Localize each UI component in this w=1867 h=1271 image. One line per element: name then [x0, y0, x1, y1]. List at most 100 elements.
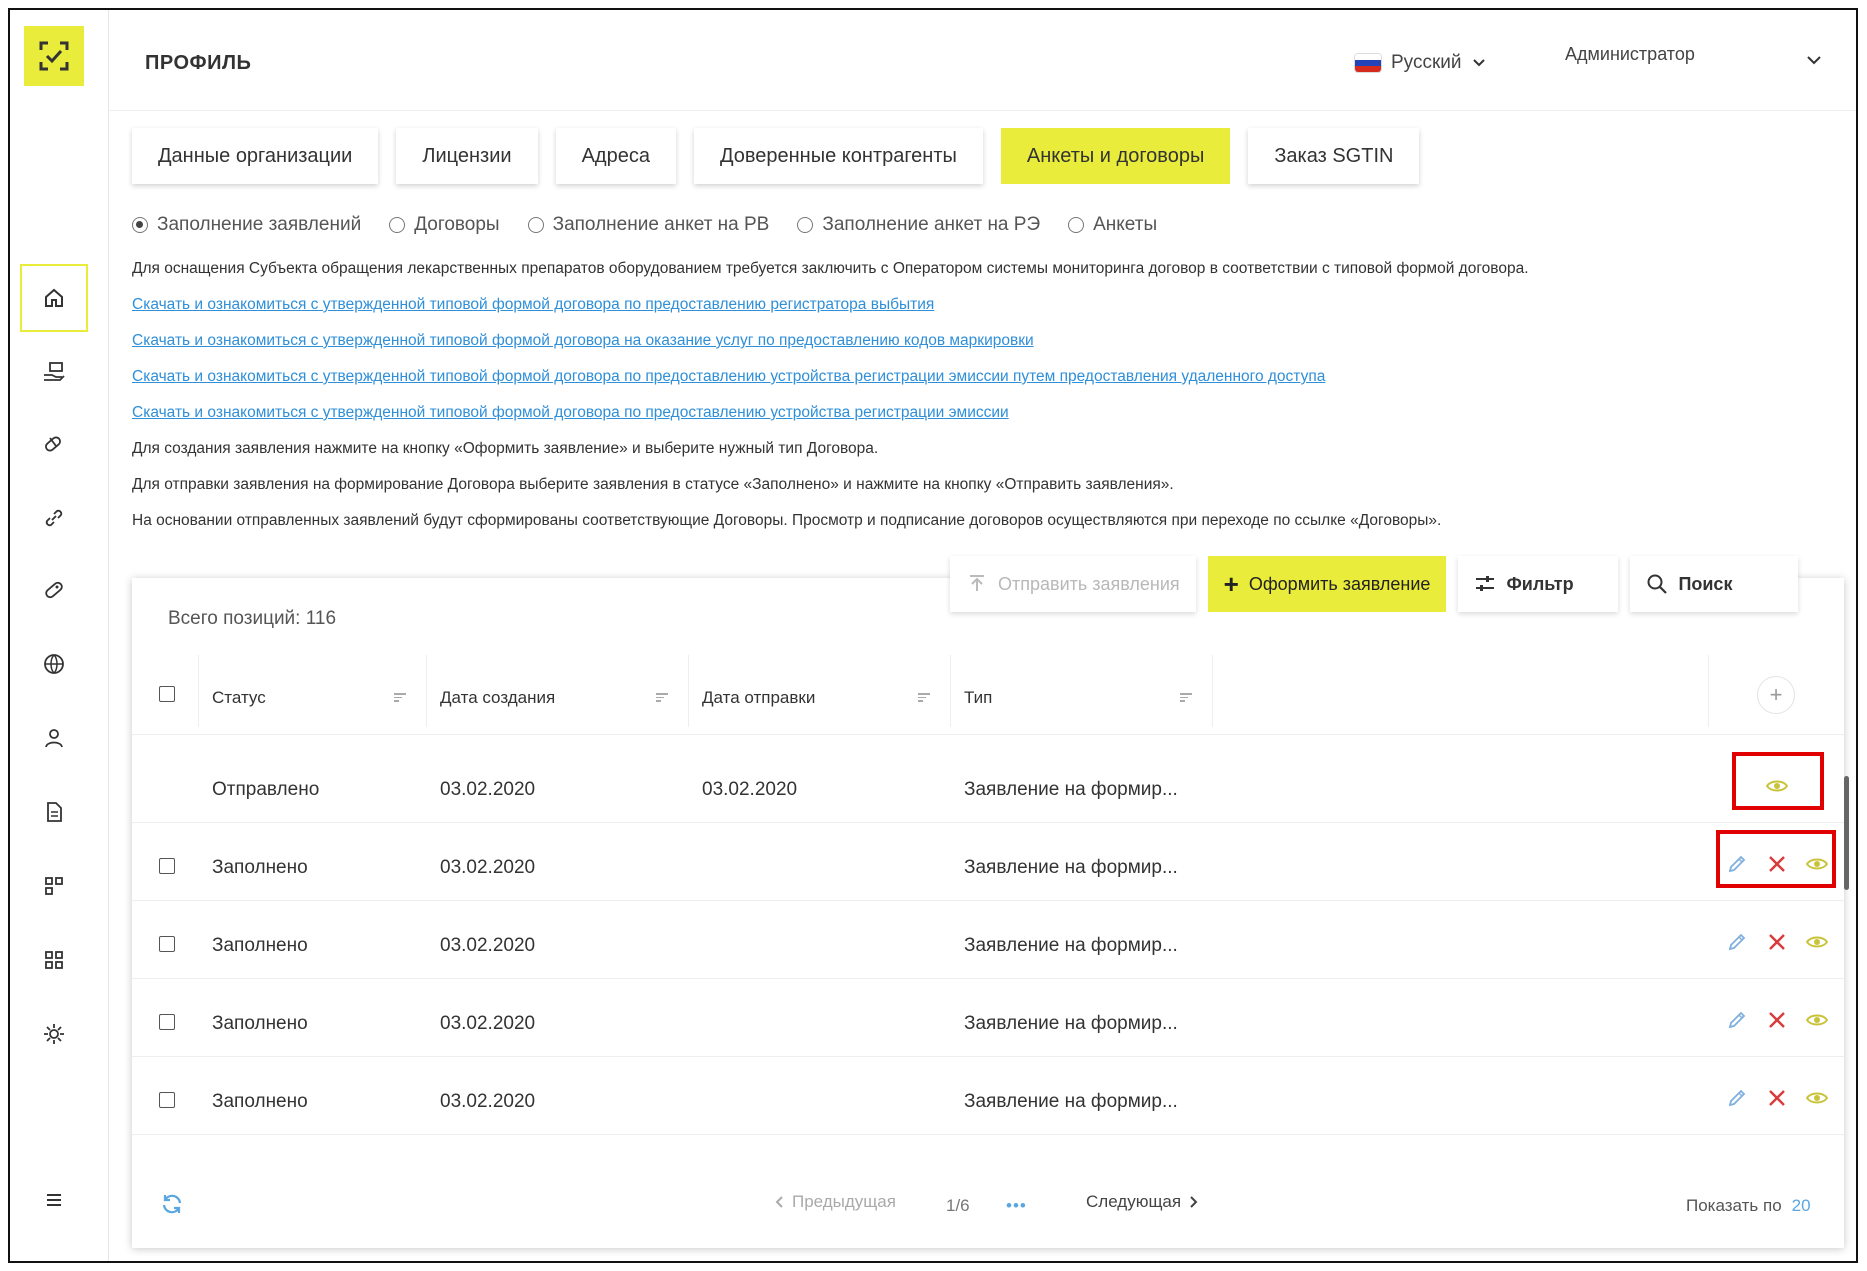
column-header-type[interactable]: Тип: [964, 688, 992, 708]
radio-rv-forms[interactable]: Заполнение анкет на РВ: [527, 214, 769, 236]
edit-pencil-icon[interactable]: [1726, 1087, 1748, 1109]
radio-dot[interactable]: [797, 217, 814, 233]
row3-type[interactable]: Заявление на формир...: [964, 935, 1178, 957]
prev-page-button[interactable]: Предыдущая: [774, 1192, 896, 1212]
table-scrollbar[interactable]: [1844, 776, 1849, 890]
info-note-2: Для отправки заявления на формирование Д…: [132, 476, 1174, 493]
radio-dot[interactable]: [1068, 217, 1085, 233]
tab-sgtin-order[interactable]: Заказ SGTIN: [1248, 128, 1420, 184]
radio-dot[interactable]: [527, 217, 544, 233]
column-header-status[interactable]: Статус: [212, 688, 266, 708]
row1-type[interactable]: Заявление на формир...: [964, 779, 1178, 801]
row3-status: Заполнено: [212, 935, 308, 956]
user-menu[interactable]: Администратор: [1565, 44, 1695, 65]
row4-type[interactable]: Заявление на формир...: [964, 1013, 1178, 1035]
refresh-icon[interactable]: [160, 1192, 184, 1216]
row1-sent: 03.02.2020: [702, 779, 798, 800]
column-header-created[interactable]: Дата создания: [440, 688, 555, 708]
nav-grid[interactable]: [20, 926, 88, 994]
nav-user[interactable]: [20, 704, 88, 772]
nav-hand-box[interactable]: [20, 338, 88, 406]
russian-flag-icon: [1355, 54, 1381, 72]
edit-pencil-icon[interactable]: [1726, 931, 1748, 953]
delete-x-icon[interactable]: [1766, 931, 1788, 953]
page-size-selector[interactable]: Показать по 20: [1686, 1196, 1811, 1216]
total-count: Всего позиций: 116: [168, 608, 337, 629]
nav-home[interactable]: [20, 264, 88, 332]
radio-applications[interactable]: Заполнение заявлений: [132, 214, 361, 236]
tab-addresses[interactable]: Адреса: [555, 128, 676, 184]
chevron-down-icon: [1472, 59, 1485, 67]
user-icon: [45, 729, 63, 748]
row2-created: 03.02.2020: [440, 857, 536, 878]
chain-link-icon: [45, 509, 63, 527]
view-eye-icon[interactable]: [1806, 1009, 1828, 1031]
download-link-3[interactable]: Скачать и ознакомиться с утвержденной ти…: [132, 368, 1325, 386]
nav-pills[interactable]: [20, 410, 88, 478]
send-applications-button[interactable]: Отправить заявления: [950, 556, 1196, 612]
more-pages-button[interactable]: •••: [1006, 1196, 1027, 1216]
delete-x-icon[interactable]: [1766, 1009, 1788, 1031]
nav-menu[interactable]: [20, 1166, 88, 1234]
view-eye-icon[interactable]: [1806, 931, 1828, 953]
nav-globe[interactable]: [20, 630, 88, 698]
filter-sliders-icon: [1476, 576, 1495, 591]
radio-re-forms[interactable]: Заполнение анкет на РЭ: [797, 214, 1040, 236]
download-link-1[interactable]: Скачать и ознакомиться с утвержденной ти…: [132, 296, 934, 314]
row2-checkbox[interactable]: [159, 858, 175, 874]
next-page-button[interactable]: Следующая: [1086, 1192, 1199, 1212]
download-link-2[interactable]: Скачать и ознакомиться с утвержденной ти…: [132, 332, 1034, 350]
nav-document[interactable]: [20, 778, 88, 846]
document-icon: [47, 802, 62, 822]
row2-type[interactable]: Заявление на формир...: [964, 857, 1178, 879]
view-eye-icon[interactable]: [1806, 1087, 1828, 1109]
nav-modules[interactable]: [20, 852, 88, 920]
sort-icon[interactable]: [1180, 691, 1192, 704]
page-title: ПРОФИЛЬ: [145, 52, 252, 74]
nav-settings[interactable]: [20, 1000, 88, 1068]
tab-trusted-partners[interactable]: Доверенные контрагенты: [693, 128, 983, 184]
tab-licenses[interactable]: Лицензии: [396, 128, 538, 184]
app-logo[interactable]: [24, 26, 84, 86]
info-intro: Для оснащения Субъекта обращения лекарст…: [132, 260, 1529, 277]
search-button[interactable]: Поиск: [1630, 556, 1799, 612]
modules-icon: [45, 877, 63, 895]
row5-type[interactable]: Заявление на формир...: [964, 1091, 1178, 1113]
row1-status: Отправлено: [212, 779, 320, 800]
sort-icon[interactable]: [656, 691, 668, 704]
sort-icon[interactable]: [918, 691, 930, 704]
row2-status: Заполнено: [212, 857, 308, 878]
row5-checkbox[interactable]: [159, 1092, 175, 1108]
delete-x-icon[interactable]: [1766, 1087, 1788, 1109]
create-application-button[interactable]: + Оформить заявление: [1207, 556, 1447, 612]
row3-checkbox[interactable]: [159, 936, 175, 952]
tab-org-data[interactable]: Данные организации: [132, 128, 379, 184]
row5-status: Заполнено: [212, 1091, 308, 1112]
column-header-sent[interactable]: Дата отправки: [702, 688, 815, 708]
radio-questionnaires[interactable]: Анкеты: [1068, 214, 1157, 236]
select-all-checkbox[interactable]: [159, 686, 175, 702]
nav-link[interactable]: [20, 484, 88, 552]
user-chevron-down-icon[interactable]: [1806, 54, 1822, 66]
language-selector[interactable]: Русский: [1355, 52, 1486, 74]
table-toolbar: Отправить заявления + Оформить заявление…: [950, 556, 1799, 612]
grid-icon: [45, 951, 63, 969]
row4-checkbox[interactable]: [159, 1014, 175, 1030]
radio-contracts[interactable]: Договоры: [389, 214, 500, 236]
radio-dot[interactable]: [389, 217, 406, 233]
row4-status: Заполнено: [212, 1013, 308, 1034]
radio-dot[interactable]: [132, 217, 148, 233]
tab-forms-contracts[interactable]: Анкеты и договоры: [1000, 128, 1231, 184]
home-icon: [45, 288, 63, 307]
page-size-value[interactable]: 20: [1792, 1196, 1811, 1215]
download-link-4[interactable]: Скачать и ознакомиться с утвержденной ти…: [132, 404, 1009, 422]
info-note-1: Для создания заявления нажмите на кнопку…: [132, 440, 879, 457]
add-column-button[interactable]: +: [1757, 676, 1795, 714]
edit-pencil-icon[interactable]: [1726, 1009, 1748, 1031]
filter-button[interactable]: Фильтр: [1458, 556, 1619, 612]
upload-icon: [970, 575, 984, 591]
nav-capsule[interactable]: [20, 556, 88, 624]
globe-icon: [44, 654, 64, 675]
sort-icon[interactable]: [394, 691, 406, 704]
sidebar: [10, 10, 109, 1261]
